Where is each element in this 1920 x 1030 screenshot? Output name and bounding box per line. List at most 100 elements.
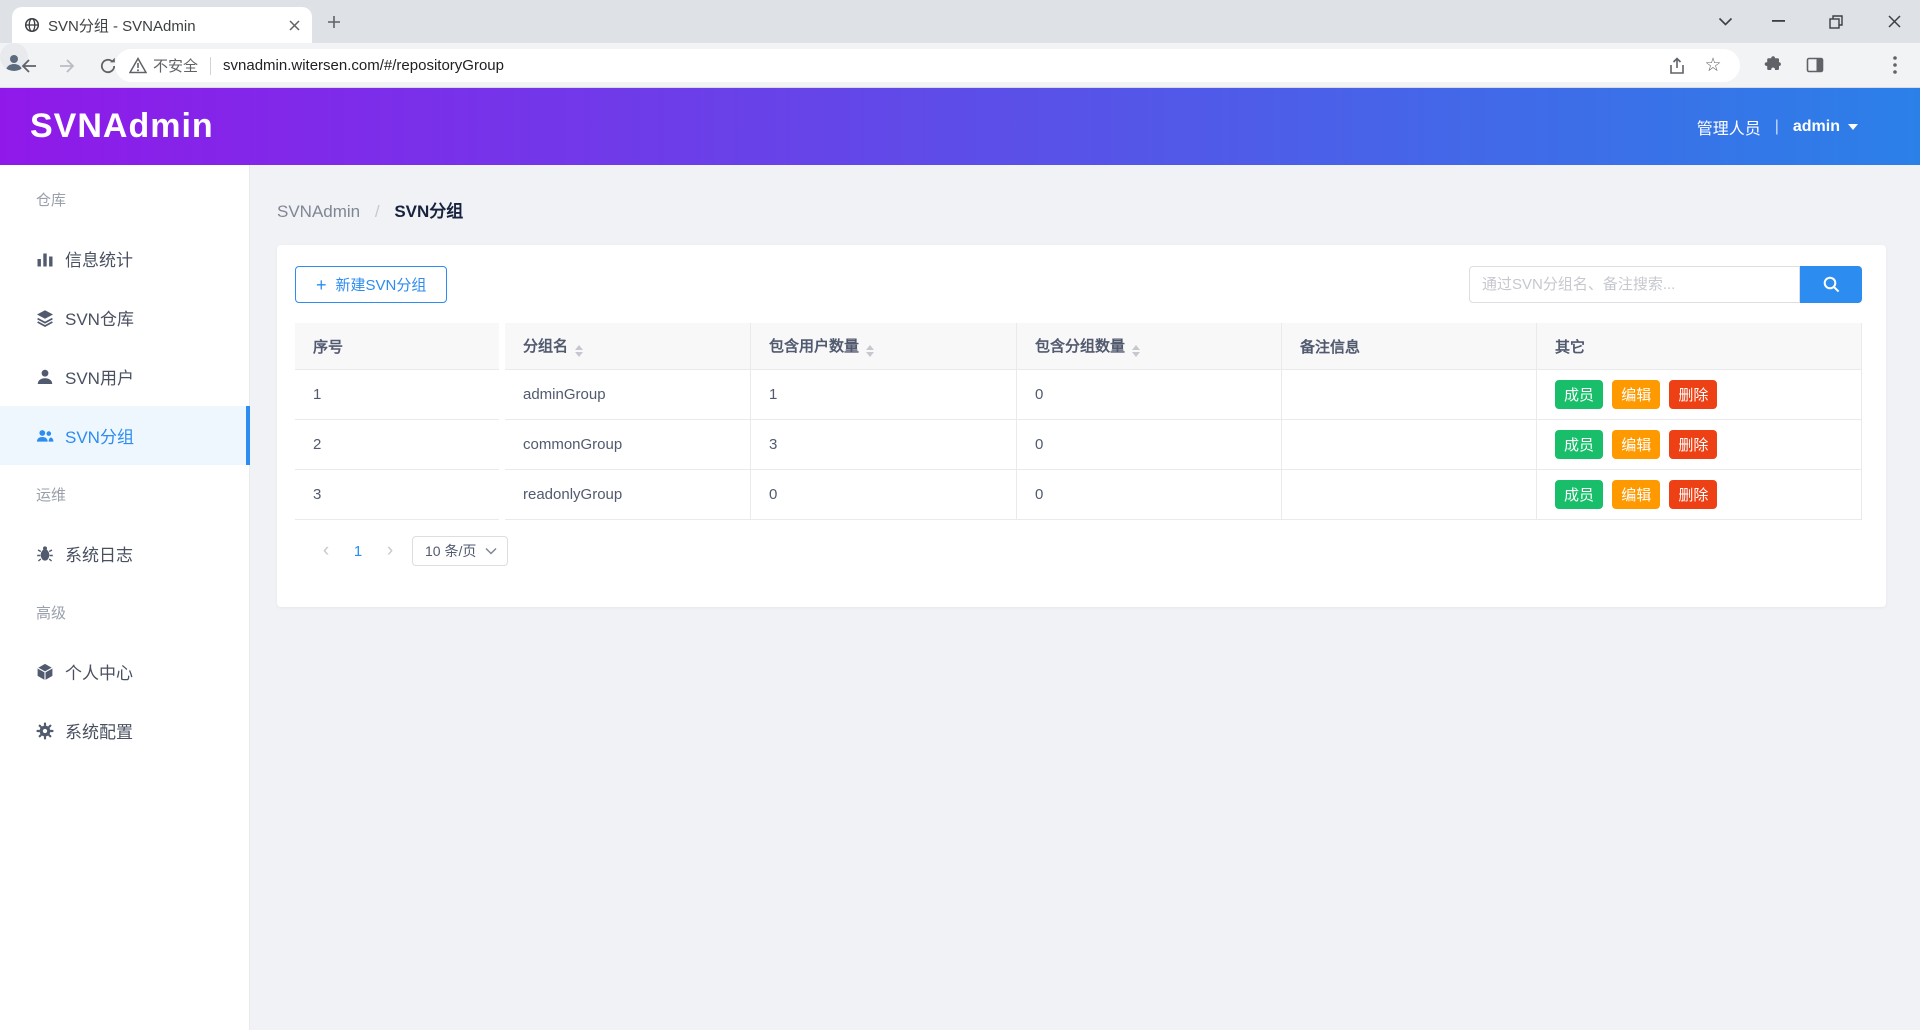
browser-window: SVN分组 - SVNAdmin 不安全 svnadmin.witersen.c… (0, 0, 1920, 1030)
sidebar-item-system-logs[interactable]: 系统日志 (0, 524, 249, 583)
column-header-actions: 其它 (1537, 323, 1862, 370)
header-user-area: 管理人员 | admin (1697, 115, 1858, 139)
sidebar-item-svn-users[interactable]: SVN用户 (0, 347, 249, 406)
browser-toolbar: 不安全 svnadmin.witersen.com/#/repositoryGr… (0, 43, 1920, 88)
cell-remark (1282, 370, 1537, 420)
sort-caret-icon[interactable] (575, 345, 584, 357)
column-header-group-count[interactable]: 包含分组数量 (1017, 323, 1282, 370)
browser-tab[interactable]: SVN分组 - SVNAdmin (12, 7, 312, 43)
bar-chart-icon (37, 253, 53, 266)
app-logo[interactable]: SVNAdmin (30, 107, 214, 146)
new-svn-group-button[interactable]: + 新建SVN分组 (295, 266, 448, 303)
sidebar-item-label: SVN仓库 (65, 310, 134, 329)
chevron-down-icon (485, 547, 497, 555)
breadcrumb: SVNAdmin / SVN分组 (277, 197, 463, 222)
plus-icon: + (316, 274, 327, 295)
sidebar-item-svn-repository[interactable]: SVN仓库 (0, 288, 249, 347)
pagination-page-1[interactable]: 1 (342, 535, 374, 567)
edit-button[interactable]: 编辑 (1612, 430, 1661, 459)
member-button[interactable]: 成员 (1555, 480, 1604, 509)
cell-actions: 成员 编辑 删除 (1537, 420, 1862, 470)
cell-actions: 成员 编辑 删除 (1537, 470, 1862, 520)
new-tab-button[interactable] (322, 10, 346, 34)
browser-menu-dots-icon[interactable] (1883, 53, 1907, 77)
app-header: SVNAdmin 管理人员 | admin (0, 88, 1920, 165)
delete-button[interactable]: 删除 (1669, 430, 1718, 459)
cell-remark (1282, 470, 1537, 520)
url-divider (210, 56, 212, 75)
sidebar-item-label: 系统日志 (65, 546, 133, 565)
user-icon (37, 369, 53, 384)
window-restore-button[interactable] (1811, 0, 1861, 43)
sidebar-item-label: SVN用户 (65, 369, 134, 388)
cell-user-count: 1 (751, 370, 1017, 420)
cell-group-name: readonlyGroup (505, 470, 751, 520)
edit-button[interactable]: 编辑 (1612, 380, 1661, 409)
cell-group-name: adminGroup (505, 370, 751, 420)
sidebar-item-system-config[interactable]: 系统配置 (0, 701, 249, 760)
column-header-group-name[interactable]: 分组名 (505, 323, 751, 370)
window-minimize-button[interactable] (1753, 0, 1803, 43)
sidebar-item-profile-center[interactable]: 个人中心 (0, 642, 249, 701)
users-icon (36, 429, 54, 442)
cell-actions: 成员 编辑 删除 (1537, 370, 1862, 420)
search-input[interactable] (1469, 266, 1800, 303)
header-divider: | (1774, 117, 1779, 135)
search-group (1469, 266, 1862, 303)
extensions-puzzle-icon[interactable] (1761, 53, 1785, 77)
browser-tab-strip: SVN分组 - SVNAdmin (0, 0, 1920, 43)
breadcrumb-separator: / (374, 202, 380, 221)
sort-caret-icon[interactable] (1132, 345, 1141, 357)
cell-user-count: 0 (751, 470, 1017, 520)
not-secure-warning-icon[interactable] (129, 57, 147, 74)
column-header-seq: 序号 (295, 323, 499, 370)
share-icon[interactable] (1666, 55, 1688, 77)
window-close-button[interactable] (1869, 0, 1919, 43)
member-button[interactable]: 成员 (1555, 430, 1604, 459)
column-header-user-count[interactable]: 包含用户数量 (751, 323, 1017, 370)
cell-seq: 3 (295, 470, 499, 520)
bookmark-star-icon[interactable]: ☆ (1702, 55, 1724, 77)
back-button[interactable] (16, 54, 40, 78)
url-text[interactable]: svnadmin.witersen.com/#/repositoryGroup (223, 57, 504, 74)
sidebar-section-repository: 仓库 (36, 192, 67, 209)
breadcrumb-root[interactable]: SVNAdmin (277, 202, 360, 221)
address-bar[interactable]: 不安全 svnadmin.witersen.com/#/repositoryGr… (115, 49, 1740, 82)
svn-groups-table: 序号 分组名 包含用户数量 包含分组数量 备注信息 其它 1 adminGrou… (295, 323, 1862, 520)
tab-title: SVN分组 - SVNAdmin (48, 17, 196, 35)
forward-button[interactable] (56, 54, 80, 78)
cell-seq: 1 (295, 370, 499, 420)
search-button[interactable] (1800, 266, 1862, 303)
user-dropdown[interactable]: admin (1793, 118, 1858, 136)
cell-remark (1282, 420, 1537, 470)
member-button[interactable]: 成员 (1555, 380, 1604, 409)
cube-icon (37, 663, 53, 680)
username: admin (1792, 117, 1840, 135)
tab-search-chevron-icon[interactable] (1700, 0, 1750, 43)
sort-caret-icon[interactable] (866, 345, 875, 357)
tab-close-icon[interactable] (284, 15, 304, 35)
table-header-row: 序号 分组名 包含用户数量 包含分组数量 备注信息 其它 (295, 323, 1862, 370)
security-label[interactable]: 不安全 (153, 55, 198, 76)
cell-group-count: 0 (1017, 420, 1282, 470)
sidebar-section-operations: 运维 (36, 487, 67, 504)
page-size-select[interactable]: 10 条/页 (412, 536, 509, 566)
column-header-remark: 备注信息 (1282, 323, 1537, 370)
sidebar-item-label: 个人中心 (65, 664, 133, 683)
cell-group-name: commonGroup (505, 420, 751, 470)
cell-group-count: 0 (1017, 470, 1282, 520)
sidebar-section-advanced: 高级 (36, 605, 67, 622)
side-panel-icon[interactable] (1803, 53, 1827, 77)
role-link[interactable]: 管理人员 (1697, 115, 1761, 139)
pagination-prev-icon[interactable]: ‹ (310, 535, 342, 567)
sidebar-item-label: 信息统计 (65, 251, 133, 270)
sidebar-item-svn-groups[interactable]: SVN分组 (0, 406, 250, 465)
delete-button[interactable]: 删除 (1669, 480, 1718, 509)
sidebar-item-statistics[interactable]: 信息统计 (0, 229, 249, 288)
edit-button[interactable]: 编辑 (1612, 480, 1661, 509)
pagination-next-icon[interactable]: › (374, 535, 406, 567)
table-row: 3 readonlyGroup 0 0 成员 编辑 删除 (295, 470, 1862, 520)
cell-group-count: 0 (1017, 370, 1282, 420)
sidebar-item-label: 系统配置 (65, 723, 133, 742)
delete-button[interactable]: 删除 (1669, 380, 1718, 409)
